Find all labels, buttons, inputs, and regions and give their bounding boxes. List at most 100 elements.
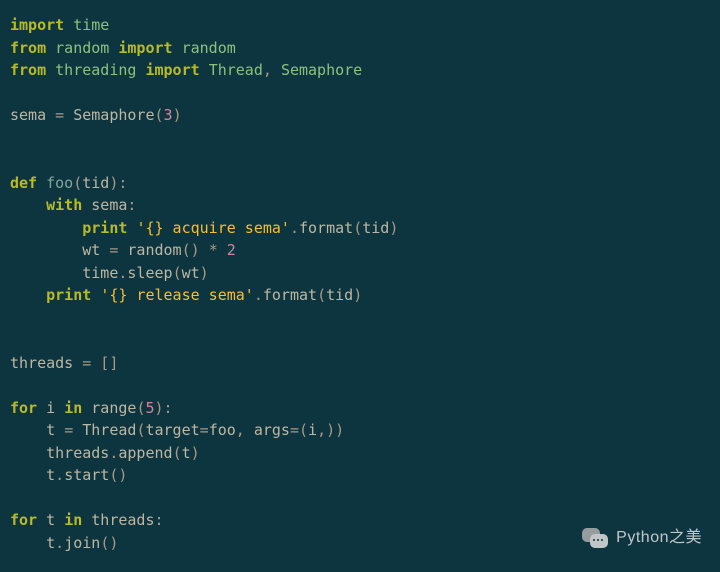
code-token: '{} acquire sema' [136,219,290,237]
code-token: = [55,106,73,124]
code-token [37,399,46,417]
watermark-label: Python之美 [616,526,702,550]
code-token [173,39,182,57]
code-token [64,16,73,34]
code-token [10,421,46,439]
code-token: 2 [227,241,236,259]
code-token: t [46,466,55,484]
code-token: print [46,286,91,304]
code-token: = [] [82,354,118,372]
code-token: import [118,39,172,57]
code-token: with [46,196,82,214]
code-token: threading [55,61,136,79]
code-token [91,286,100,304]
code-token: , [236,421,254,439]
code-token [55,399,64,417]
code-token: foo [209,421,236,439]
code-token: import [10,16,64,34]
code-token [55,511,64,529]
code-token: ( [155,106,164,124]
code-token [10,534,46,552]
code-token: ) [173,106,182,124]
watermark: Python之美 [582,526,702,550]
code-token [10,264,82,282]
code-token [37,174,46,192]
code-token: : [155,511,164,529]
code-token: ) [353,286,362,304]
code-token: Semaphore [281,61,362,79]
code-token [37,511,46,529]
code-token: () [100,534,118,552]
code-token [10,219,82,237]
code-token: ) [200,264,209,282]
code-token: join [64,534,100,552]
code-token: threads [10,354,82,372]
code-token [82,399,91,417]
code-token: ( [353,219,362,237]
code-token [10,466,46,484]
code-token [46,61,55,79]
code-token: 3 [164,106,173,124]
code-token: threads [46,444,109,462]
code-block: import time from random import random fr… [0,0,720,568]
code-token [10,444,46,462]
code-token: Semaphore [73,106,154,124]
code-token: . [254,286,263,304]
code-token: . [55,534,64,552]
code-token: def [10,174,37,192]
code-token: , [263,61,281,79]
code-token: from [10,61,46,79]
code-token: time [82,264,118,282]
code-token: ( [317,286,326,304]
code-token: = [64,421,82,439]
code-token: threads [91,511,154,529]
code-token: ( [173,444,182,462]
code-token [10,196,46,214]
code-token: t [46,511,55,529]
code-token: random [127,241,181,259]
code-token: random [182,39,236,57]
code-token: for [10,511,37,529]
code-token: ) [191,444,200,462]
code-token [10,286,46,304]
code-token: wt [82,241,109,259]
code-token: args [254,421,290,439]
code-token: tid [362,219,389,237]
code-token [46,39,55,57]
code-token [82,511,91,529]
code-token: foo [46,174,73,192]
code-token: . [290,219,299,237]
code-token: append [118,444,172,462]
code-token: t [46,534,55,552]
code-token: target [145,421,199,439]
code-token: ,)) [317,421,344,439]
code-token: print [82,219,127,237]
code-token: = [109,241,127,259]
code-token: Thread [209,61,263,79]
code-token: =( [290,421,308,439]
code-token: i [308,421,317,439]
code-token: format [299,219,353,237]
code-token: Thread [82,421,136,439]
code-token: range [91,399,136,417]
code-token: ) [389,219,398,237]
chat-bubbles-icon [582,528,608,548]
code-token: 5 [145,399,154,417]
code-token [10,241,82,259]
code-token: wt [182,264,200,282]
code-token: t [182,444,191,462]
code-token: tid [326,286,353,304]
code-token: format [263,286,317,304]
code-token: start [64,466,109,484]
code-token [200,61,209,79]
code-token: sema [91,196,127,214]
code-token: in [64,511,82,529]
code-token: sema [10,106,55,124]
code-token: () [109,466,127,484]
code-token: = [200,421,209,439]
code-token: () [182,241,209,259]
code-token: ( [173,264,182,282]
code-token: ( [73,174,82,192]
code-token: import [145,61,199,79]
code-token: * [209,241,227,259]
